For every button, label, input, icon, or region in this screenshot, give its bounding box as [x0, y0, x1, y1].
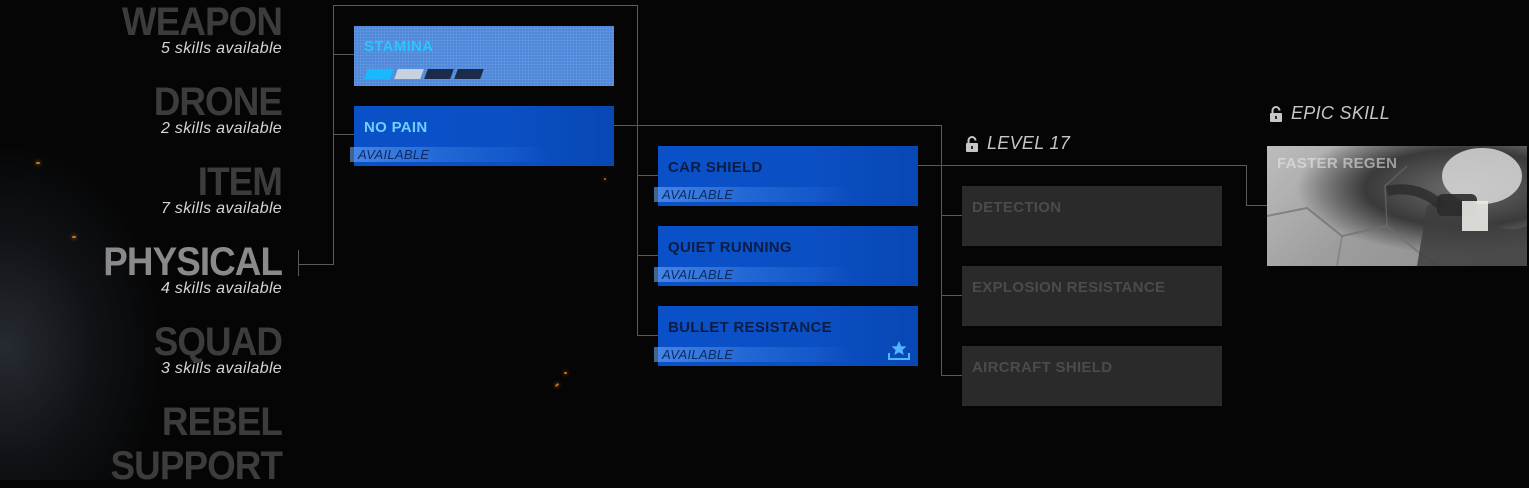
ember-spark: [72, 236, 76, 238]
level-requirement-label: LEVEL 17: [987, 133, 1071, 153]
category-label: PHYSICAL: [103, 240, 283, 284]
level-pip: [454, 69, 484, 79]
category-drone[interactable]: DRONE 2 skills available: [0, 80, 283, 138]
skill-card-faster-regen[interactable]: FASTER REGEN: [1267, 146, 1527, 266]
epic-skill-requirement: EPIC SKILL: [1269, 103, 1390, 124]
skill-card-quiet-running[interactable]: QUIET RUNNING AVAILABLE: [654, 226, 918, 286]
skill-title: EXPLOSION RESISTANCE: [972, 279, 1166, 296]
lock-icon: [966, 135, 978, 152]
skill-title: DETECTION: [972, 199, 1062, 216]
level-pip: [424, 69, 454, 79]
skill-title: FASTER REGEN: [1277, 155, 1398, 172]
skill-card-explosion-resistance[interactable]: EXPLOSION RESISTANCE: [962, 266, 1222, 326]
category-label: SQUAD: [153, 320, 283, 364]
skill-card-aircraft-shield[interactable]: AIRCRAFT SHIELD: [962, 346, 1222, 406]
skill-card-car-shield[interactable]: CAR SHIELD AVAILABLE: [654, 146, 918, 206]
skill-title: NO PAIN: [364, 119, 428, 136]
category-label: REBEL SUPPORT: [110, 400, 283, 488]
lock-icon: [1270, 105, 1282, 122]
skill-status: AVAILABLE: [654, 267, 854, 282]
skill-card-detection[interactable]: DETECTION: [962, 186, 1222, 246]
category-physical[interactable]: PHYSICAL 4 skills available: [0, 240, 283, 298]
category-label: ITEM: [197, 160, 283, 204]
category-weapon[interactable]: WEAPON 5 skills available: [0, 0, 283, 58]
skill-title: CAR SHIELD: [668, 159, 763, 176]
skill-status: AVAILABLE: [350, 147, 550, 162]
skill-card-no-pain[interactable]: NO PAIN AVAILABLE: [350, 106, 614, 166]
ember-spark: [554, 382, 560, 388]
epic-skill-label: EPIC SKILL: [1291, 103, 1391, 123]
category-label: WEAPON: [121, 0, 283, 44]
skill-status: AVAILABLE: [654, 187, 854, 202]
level-pip: [364, 69, 394, 79]
star-download-icon: [888, 341, 910, 360]
level-pip: [394, 69, 424, 79]
category-squad[interactable]: SQUAD 3 skills available: [0, 320, 283, 378]
skill-card-stamina[interactable]: STAMINA: [354, 26, 614, 86]
skill-status: AVAILABLE: [654, 347, 854, 362]
category-rebel-support[interactable]: REBEL SUPPORT: [0, 400, 283, 488]
category-label: DRONE: [153, 80, 283, 124]
skill-title: BULLET RESISTANCE: [668, 319, 832, 336]
skill-card-bullet-resistance[interactable]: BULLET RESISTANCE AVAILABLE: [654, 306, 918, 366]
skill-title: AIRCRAFT SHIELD: [972, 359, 1113, 376]
ember-spark: [604, 178, 606, 180]
level-requirement: LEVEL 17: [965, 133, 1070, 154]
skill-level-pips: [364, 69, 484, 79]
ember-spark: [564, 372, 567, 374]
skill-title: STAMINA: [364, 38, 434, 55]
skill-title: QUIET RUNNING: [668, 239, 792, 256]
category-item[interactable]: ITEM 7 skills available: [0, 160, 283, 218]
